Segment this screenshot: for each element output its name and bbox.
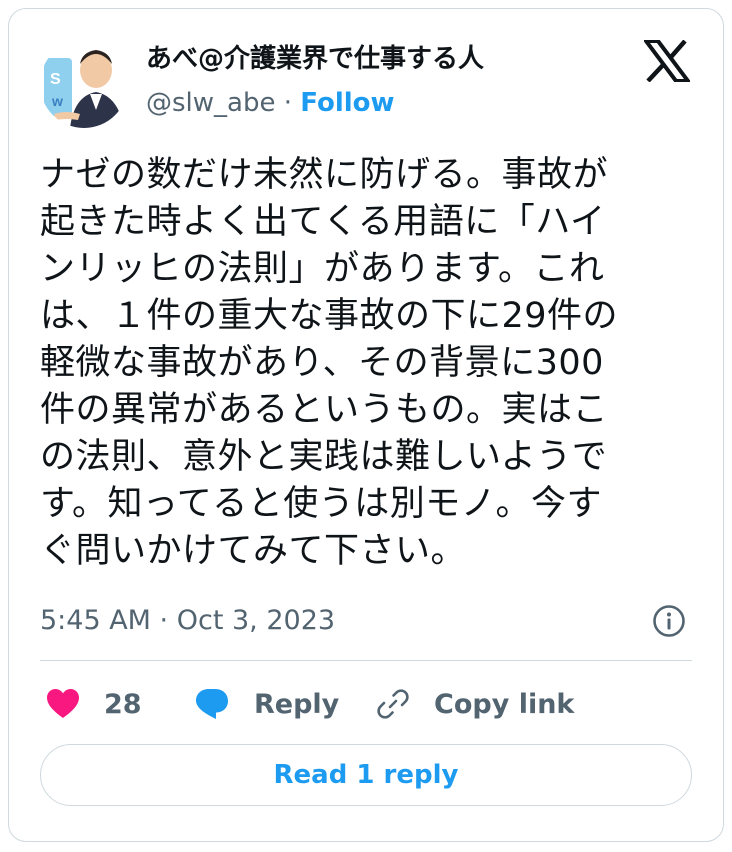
info-icon[interactable]	[652, 604, 686, 638]
copy-link-button[interactable]: Copy link	[376, 682, 574, 726]
tweet-text: ナゼの数だけ未然に防げる。事故が 起きた時よく出てくる用語に「ハイ ンリッヒの法…	[40, 155, 619, 571]
like-count: 28	[104, 688, 142, 720]
tweet-timestamp[interactable]: 5:45 AM · Oct 3, 2023	[40, 604, 335, 638]
handle-separator: ·	[283, 88, 292, 118]
x-logo-icon[interactable]	[644, 40, 690, 82]
avatar-image: S w	[40, 40, 128, 128]
action-bar: 28 Reply Copy link	[40, 682, 692, 726]
author-name[interactable]: あべ@介護業界で仕事する人	[146, 42, 484, 76]
divider	[40, 660, 692, 661]
author-handle-row: @slw_abe · Follow	[146, 88, 395, 118]
speech-bubble-icon	[196, 689, 228, 719]
copy-link-label: Copy link	[434, 688, 575, 720]
link-icon	[377, 689, 409, 719]
follow-link[interactable]: Follow	[300, 88, 394, 118]
heart-icon	[47, 689, 79, 718]
svg-text:w: w	[51, 93, 63, 109]
reply-button[interactable]: Reply	[194, 682, 339, 726]
svg-text:S: S	[50, 71, 61, 88]
reply-label: Reply	[254, 688, 340, 720]
avatar[interactable]: S w	[40, 40, 128, 128]
author-handle[interactable]: @slw_abe	[146, 88, 275, 118]
read-replies-button[interactable]: Read 1 reply	[40, 744, 692, 806]
like-button[interactable]: 28	[46, 682, 142, 726]
